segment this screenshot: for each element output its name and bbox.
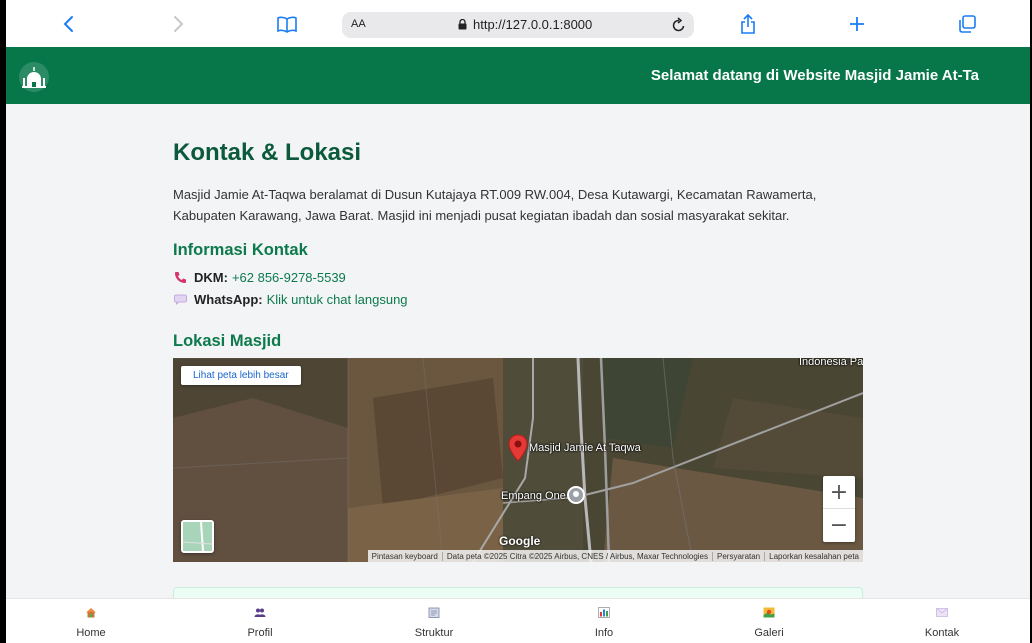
phone-icon <box>173 271 187 285</box>
picture-icon <box>763 607 775 618</box>
contact-whatsapp: WhatsApp: Klik untuk chat langsung <box>173 292 408 307</box>
site-header: Selamat datang di Website Masjid Jamie A… <box>6 47 1030 104</box>
text-size-button[interactable]: AA <box>351 18 366 30</box>
whatsapp-label: WhatsApp: <box>194 292 263 307</box>
nav-kontak[interactable]: Kontak <box>897 607 987 640</box>
people-icon <box>254 608 266 617</box>
bar-chart-icon <box>598 607 610 618</box>
mosque-logo-icon[interactable] <box>18 61 50 93</box>
intro-paragraph: Masjid Jamie At-Taqwa beralamat di Dusun… <box>173 187 817 223</box>
nav-struktur-label: Struktur <box>414 627 454 639</box>
page-title: Kontak & Lokasi <box>173 139 362 166</box>
keyboard-shortcuts-link[interactable]: Pintasan keyboard <box>368 552 442 561</box>
nav-info[interactable]: Info <box>559 607 649 640</box>
nav-profil-label: Profil <box>247 627 273 639</box>
bottom-navigation: Home Profil Struktur Info Galeri Kontak <box>6 598 1030 643</box>
map-layer-thumbnail-icon <box>183 522 212 551</box>
mosque-map-label[interactable]: Masjid Jamie At Taqwa <box>529 442 641 454</box>
nav-galeri[interactable]: Galeri <box>724 607 814 640</box>
browser-toolbar: AA http://127.0.0.1:8000 <box>6 0 1030 47</box>
place-marker-icon[interactable] <box>567 486 585 504</box>
google-map-embed[interactable]: Lihat peta lebih besar Indonesia Pa Masj… <box>173 358 863 562</box>
address-bar[interactable]: AA http://127.0.0.1:8000 <box>342 12 694 38</box>
map-attribution-bar: Pintasan keyboard Data peta ©2025 Citra … <box>367 550 863 562</box>
google-logo: Google <box>499 534 541 548</box>
share-icon[interactable] <box>734 10 762 38</box>
tabs-icon[interactable] <box>953 10 981 38</box>
whatsapp-link[interactable]: Klik untuk chat langsung <box>267 292 408 307</box>
nav-struktur[interactable]: Struktur <box>389 607 479 640</box>
chat-bubble-icon <box>173 293 187 307</box>
url-text[interactable]: http://127.0.0.1:8000 <box>473 17 592 32</box>
bookmarks-icon[interactable] <box>273 10 301 38</box>
nav-galeri-label: Galeri <box>754 627 784 639</box>
new-tab-icon[interactable] <box>843 10 871 38</box>
zoom-in-button[interactable]: + <box>823 476 855 509</box>
dkm-phone-link[interactable]: +62 856-9278-5539 <box>232 270 346 285</box>
nav-home[interactable]: Home <box>46 607 136 640</box>
zoom-out-button[interactable]: − <box>823 509 855 542</box>
welcome-banner: Selamat datang di Website Masjid Jamie A… <box>650 67 979 84</box>
map-layer-toggle[interactable] <box>181 520 214 553</box>
lock-icon <box>458 19 467 30</box>
view-larger-map-link[interactable]: Lihat peta lebih besar <box>181 366 301 385</box>
contact-heading: Informasi Kontak <box>173 241 308 259</box>
dkm-label: DKM: <box>194 270 228 285</box>
nav-info-label: Info <box>594 627 614 639</box>
back-icon[interactable] <box>55 10 83 38</box>
nav-home-label: Home <box>76 627 106 639</box>
nav-profil[interactable]: Profil <box>215 607 305 640</box>
house-icon <box>86 608 96 618</box>
terms-link[interactable]: Persyaratan <box>712 551 764 561</box>
browser-window: AA http://127.0.0.1:8000 Selamat datang … <box>6 0 1030 643</box>
map-pin-icon[interactable] <box>508 434 528 462</box>
forward-icon[interactable] <box>164 10 192 38</box>
clipboard-icon <box>428 607 440 618</box>
region-map-label: Indonesia Pa <box>799 358 863 368</box>
contact-dkm: DKM: +62 856-9278-5539 <box>173 270 346 285</box>
report-error-link[interactable]: Laporkan kesalahan peta <box>764 551 863 561</box>
reload-icon[interactable] <box>672 17 686 33</box>
envelope-icon <box>936 608 948 617</box>
zoom-controls: + − <box>823 476 855 542</box>
nav-kontak-label: Kontak <box>924 627 960 639</box>
location-heading: Lokasi Masjid <box>173 332 282 350</box>
empang-map-label[interactable]: Empang One <box>501 490 566 502</box>
map-data-credit: Data peta ©2025 Citra ©2025 Airbus, CNES… <box>441 551 712 561</box>
